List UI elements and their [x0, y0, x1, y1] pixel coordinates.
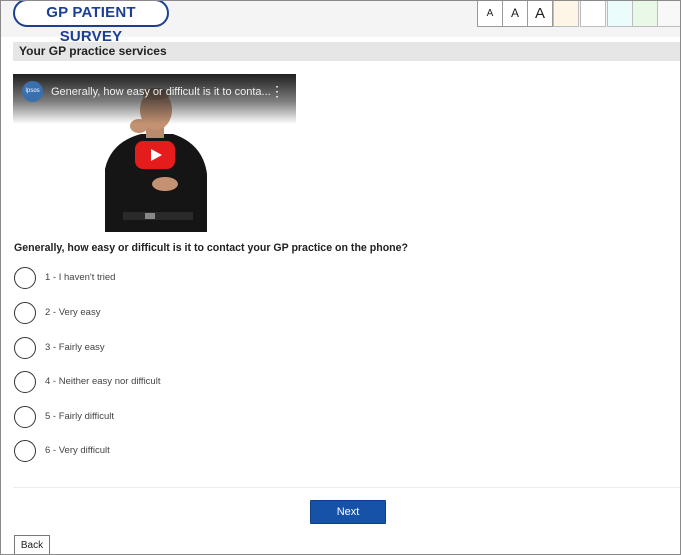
radio-button[interactable]	[14, 267, 36, 289]
font-size-small-button[interactable]: A	[477, 1, 503, 27]
section-header: Your GP practice services	[13, 42, 680, 61]
question-text: Generally, how easy or difficult is it t…	[14, 242, 409, 254]
font-size-medium-button[interactable]: A	[502, 1, 528, 27]
radio-button[interactable]	[14, 302, 36, 324]
back-button[interactable]: Back	[14, 535, 50, 554]
answer-option-label[interactable]: 1 - I haven't tried	[45, 272, 115, 283]
answer-option-label[interactable]: 4 - Neither easy nor difficult	[45, 376, 160, 387]
footer-divider	[13, 487, 680, 488]
next-button[interactable]: Next	[310, 500, 386, 524]
youtube-play-icon[interactable]	[135, 141, 175, 169]
ipsos-channel-icon[interactable]: Ipsos	[22, 81, 43, 102]
survey-window: GP PATIENT SURVEY A A A Your GP practice…	[0, 0, 681, 555]
radio-button[interactable]	[14, 406, 36, 428]
answer-option-6[interactable]: 6 - Very difficult	[14, 440, 314, 464]
gp-patient-survey-logo: GP PATIENT SURVEY	[13, 1, 169, 45]
kebab-menu-icon[interactable]: ⋮	[270, 83, 284, 100]
video-title[interactable]: Generally, how easy or difficult is it t…	[51, 86, 271, 98]
colour-scheme-grey-swatch[interactable]	[657, 1, 680, 27]
section-title: Your GP practice services	[19, 44, 167, 58]
radio-button[interactable]	[14, 337, 36, 359]
answer-option-3[interactable]: 3 - Fairly easy	[14, 337, 314, 361]
answer-option-label[interactable]: 6 - Very difficult	[45, 445, 110, 456]
colour-scheme-cream-swatch[interactable]	[553, 1, 579, 27]
radio-button[interactable]	[14, 371, 36, 393]
answer-option-label[interactable]: 2 - Very easy	[45, 307, 100, 318]
colour-scheme-cyan-swatch[interactable]	[607, 1, 633, 27]
video-title-overlay	[13, 74, 296, 124]
colour-scheme-green-swatch[interactable]	[632, 1, 658, 27]
answer-option-2[interactable]: 2 - Very easy	[14, 302, 314, 326]
answer-option-4[interactable]: 4 - Neither easy nor difficult	[14, 371, 314, 395]
answer-option-5[interactable]: 5 - Fairly difficult	[14, 406, 314, 430]
top-bar: GP PATIENT SURVEY A A A	[1, 1, 680, 45]
bsl-video-player[interactable]: Ipsos Generally, how easy or difficult i…	[13, 74, 296, 232]
radio-button[interactable]	[14, 440, 36, 462]
answer-option-label[interactable]: 5 - Fairly difficult	[45, 411, 114, 422]
answer-option-1[interactable]: 1 - I haven't tried	[14, 267, 314, 291]
answer-option-label[interactable]: 3 - Fairly easy	[45, 342, 105, 353]
font-size-large-button[interactable]: A	[527, 1, 553, 27]
colour-scheme-white-swatch[interactable]	[580, 1, 606, 27]
